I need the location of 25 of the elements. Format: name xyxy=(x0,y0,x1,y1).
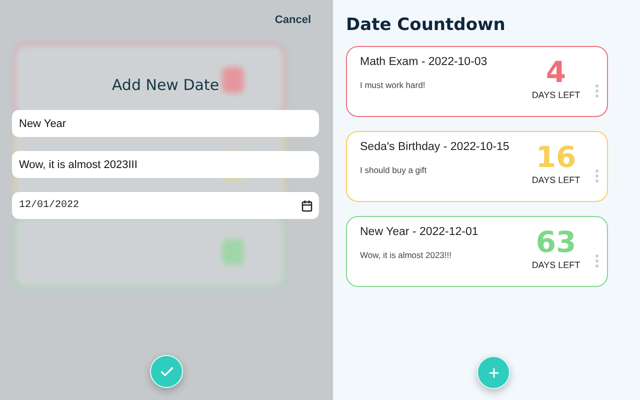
calendar-icon[interactable] xyxy=(301,200,313,212)
note-field[interactable]: Wow, it is almost 2023III xyxy=(12,151,319,178)
event-note: I should buy a gift xyxy=(360,165,428,175)
days-count: 63 xyxy=(536,226,576,258)
event-title: Math Exam - 2022-10-03 xyxy=(360,56,488,68)
days-count: 16 xyxy=(536,141,576,173)
more-icon[interactable] xyxy=(595,84,599,98)
confirm-button[interactable] xyxy=(150,355,183,388)
event-note: Wow, it is almost 2023!!! xyxy=(360,250,452,260)
event-title: Seda's Birthday - 2022-10-15 xyxy=(360,141,510,153)
days-label: DAYS LEFT xyxy=(532,90,580,100)
days-label: DAYS LEFT xyxy=(532,175,580,185)
event-note: I must work hard! xyxy=(360,80,426,90)
more-icon[interactable] xyxy=(595,254,599,268)
form-title: Add New Date xyxy=(110,76,220,94)
days-label: DAYS LEFT xyxy=(532,260,580,270)
event-title: New Year - 2022-12-01 xyxy=(360,226,480,238)
date-field[interactable]: 12/01/2022 xyxy=(12,192,319,219)
page-title: Date Countdown xyxy=(346,15,506,35)
add-button[interactable] xyxy=(477,356,510,389)
more-icon[interactable] xyxy=(595,169,599,183)
days-count: 4 xyxy=(546,56,566,88)
name-field[interactable]: New Year xyxy=(12,110,319,137)
plus-icon xyxy=(486,366,500,380)
cancel-button[interactable]: Cancel xyxy=(272,12,313,28)
